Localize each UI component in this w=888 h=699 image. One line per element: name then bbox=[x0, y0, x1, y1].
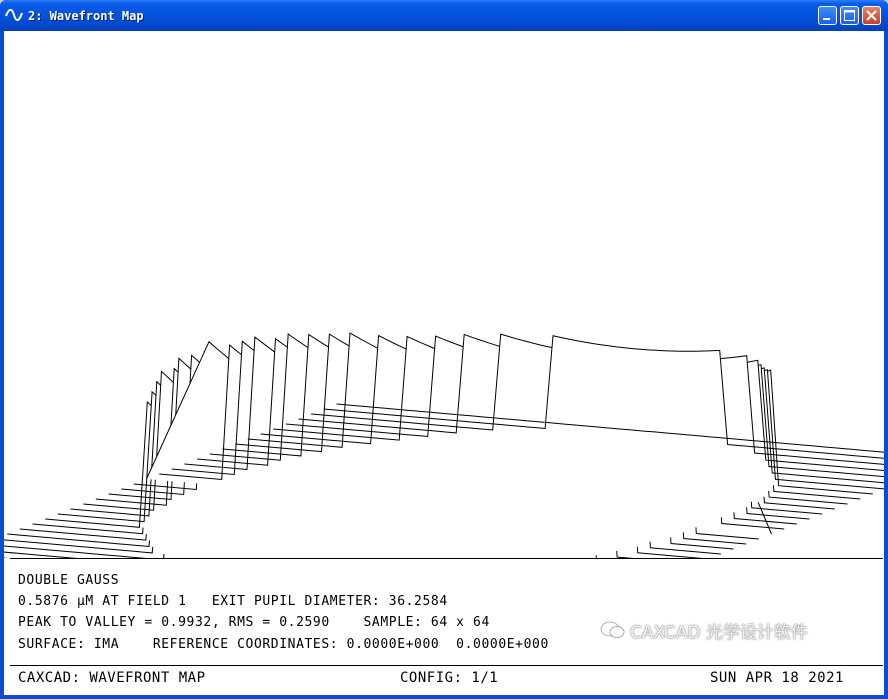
status-date: SUN APR 18 2021 bbox=[710, 670, 844, 686]
close-icon bbox=[866, 10, 877, 21]
info-box: DOUBLE GAUSS 0.5876 µM AT FIELD 1 EXIT P… bbox=[10, 558, 883, 666]
window-title: 2: Wavefront Map bbox=[28, 9, 144, 23]
info-wavelength: 0.5876 µM AT FIELD 1 EXIT PUPIL DIAMETER… bbox=[18, 594, 448, 609]
minimize-icon bbox=[823, 18, 830, 20]
title-bar[interactable]: 2: Wavefront Map bbox=[0, 0, 888, 31]
wavefront-surface-plot bbox=[4, 332, 884, 558]
application-window: 2: Wavefront Map DOUBLE GAUSS 0.5876 µM … bbox=[0, 0, 888, 699]
info-peak-valley: PEAK TO VALLEY = 0.9932, RMS = 0.2590 SA… bbox=[18, 615, 490, 630]
status-program: CAXCAD: WAVEFRONT MAP bbox=[18, 670, 206, 686]
surface-slices bbox=[4, 332, 884, 558]
plot-canvas: DOUBLE GAUSS 0.5876 µM AT FIELD 1 EXIT P… bbox=[4, 31, 884, 695]
info-title: DOUBLE GAUSS bbox=[18, 573, 120, 588]
maximize-icon bbox=[844, 10, 855, 21]
wave-icon[interactable] bbox=[5, 7, 23, 23]
minimize-button[interactable] bbox=[818, 6, 837, 25]
watermark-text: CAXCAD 光学设计软件 bbox=[630, 623, 808, 643]
info-surface: SURFACE: IMA REFERENCE COORDINATES: 0.00… bbox=[18, 637, 549, 652]
wechat-icon bbox=[600, 621, 625, 638]
close-button[interactable] bbox=[862, 6, 881, 25]
maximize-button[interactable] bbox=[840, 6, 859, 25]
status-config: CONFIG: 1/1 bbox=[400, 670, 499, 686]
status-bar: CAXCAD: WAVEFRONT MAP CONFIG: 1/1 SUN AP… bbox=[10, 665, 883, 696]
